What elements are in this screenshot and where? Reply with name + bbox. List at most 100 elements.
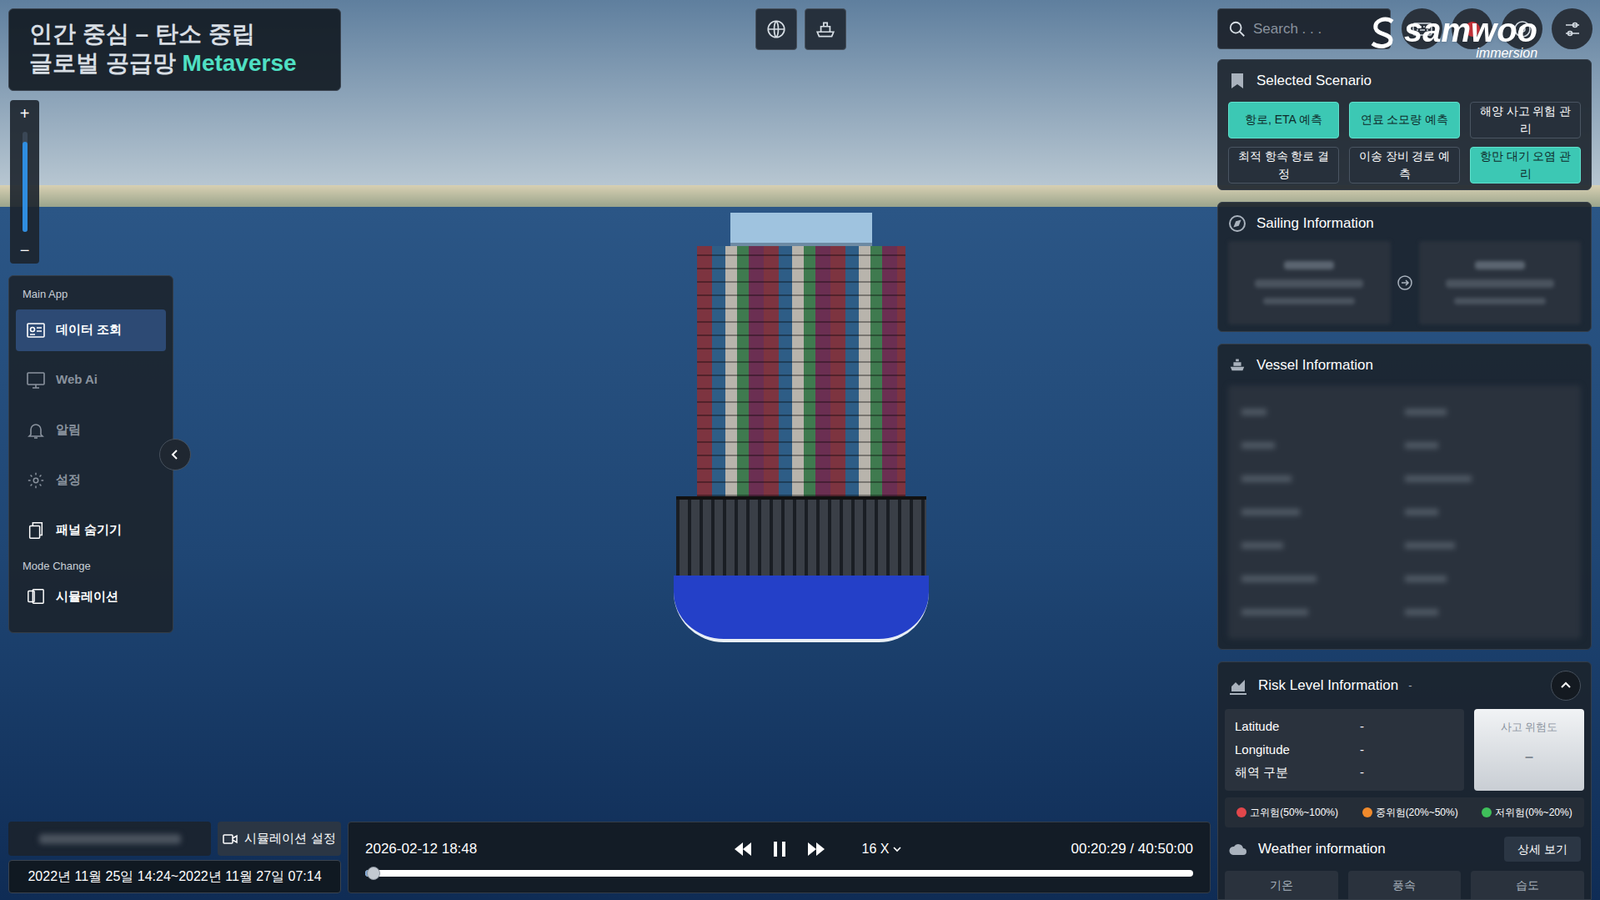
title-line: 글로벌 공급망 Metaverse bbox=[29, 48, 321, 78]
zoom-fill bbox=[22, 141, 28, 232]
menu-heading: Main App bbox=[9, 285, 173, 303]
logo-swirl-icon bbox=[1367, 13, 1401, 51]
legend-dot bbox=[1481, 807, 1492, 818]
menu-item[interactable]: 설정 bbox=[15, 459, 166, 502]
ship-view-button[interactable] bbox=[804, 8, 847, 51]
speed-select[interactable]: 16 X bbox=[862, 838, 903, 859]
vessel-panel: Vessel Information bbox=[1217, 343, 1592, 650]
search-input[interactable] bbox=[1253, 18, 1380, 41]
play-pause-button[interactable] bbox=[768, 837, 791, 860]
title-highlight: Metaverse bbox=[182, 50, 297, 76]
rewind-button[interactable] bbox=[732, 837, 754, 860]
collapse-menu-button[interactable] bbox=[159, 438, 191, 471]
globe-button[interactable] bbox=[755, 8, 798, 51]
weather-detail-button[interactable]: 상세 보기 bbox=[1504, 836, 1581, 862]
menu-label: 알림 bbox=[55, 420, 81, 440]
legend-item: 저위험(0%~20%) bbox=[1481, 804, 1572, 820]
risk-status: - bbox=[1408, 677, 1412, 694]
menu-label: 시뮬레이션 bbox=[55, 586, 119, 607]
search-box bbox=[1217, 8, 1391, 50]
progress-track[interactable] bbox=[365, 869, 1194, 877]
bell-icon bbox=[25, 421, 46, 440]
container-lines bbox=[697, 245, 906, 497]
zoom-control: + − bbox=[10, 100, 40, 264]
chevron-up-icon bbox=[1559, 679, 1572, 692]
panel-title: Selected Scenario bbox=[1256, 70, 1372, 92]
zoom-out-button[interactable]: − bbox=[12, 240, 38, 261]
weather-tab[interactable]: 기온 bbox=[1224, 870, 1339, 899]
sailing-card bbox=[1228, 240, 1391, 325]
title-line: 인간 중심 – 탄소 중립 bbox=[29, 19, 321, 49]
pages-icon bbox=[25, 521, 46, 540]
panel-title: Vessel Information bbox=[1256, 354, 1374, 377]
scenario-button[interactable]: 최적 항속 항로 결정 bbox=[1228, 146, 1340, 184]
logo-name: samwoo bbox=[1404, 13, 1538, 47]
risk-gauge: 사고 위험도 – bbox=[1474, 708, 1585, 791]
title-box: 인간 중심 – 탄소 중립 글로벌 공급망 Metaverse bbox=[8, 8, 342, 91]
scenario-panel: Selected Scenario 항로, ETA 예측 연료 소모량 예측 해… bbox=[1217, 59, 1592, 191]
progress-knob[interactable] bbox=[366, 866, 381, 880]
scenario-button[interactable]: 해양 사고 위험 관리 bbox=[1469, 101, 1581, 139]
collapse-risk-button[interactable] bbox=[1550, 670, 1581, 701]
search-icon bbox=[1228, 20, 1247, 39]
legend-item: 중위험(20%~50%) bbox=[1362, 804, 1459, 820]
panel-title: Weather information bbox=[1258, 837, 1386, 860]
logo: samwoo immersion bbox=[1367, 13, 1538, 61]
gauge-label: 사고 위험도 bbox=[1500, 718, 1559, 736]
settings-button[interactable] bbox=[1551, 8, 1593, 50]
legend-dot bbox=[1362, 807, 1373, 818]
main-menu: Main App 데이터 조회 Web Ai 알림 설정 패널 숨기기 Mode… bbox=[8, 275, 174, 633]
logo-tagline: immersion bbox=[1475, 46, 1538, 61]
ship-icon bbox=[1228, 355, 1247, 374]
menu-label: 패널 숨기기 bbox=[55, 520, 122, 540]
date-range: 2022년 11월 25일 14:24~2022년 11월 27일 07:14 bbox=[8, 859, 342, 893]
risk-location: Latitude- Longitude- 해역 구분- bbox=[1224, 708, 1465, 791]
pause-icon bbox=[772, 840, 787, 858]
forward-button[interactable] bbox=[805, 837, 828, 860]
elapsed-time: 00:20:29 / 40:50:00 bbox=[1070, 837, 1194, 860]
menu-heading: Mode Change bbox=[9, 557, 173, 575]
ship-bridge bbox=[730, 212, 873, 246]
ship-hull bbox=[673, 575, 929, 643]
scenario-button[interactable]: 연료 소모량 예측 bbox=[1349, 101, 1460, 139]
weather-tab[interactable]: 습도 bbox=[1470, 870, 1585, 899]
zoom-in-button[interactable]: + bbox=[12, 103, 38, 124]
simulation-icon bbox=[25, 586, 46, 606]
menu-item[interactable]: 시뮬레이션 bbox=[15, 576, 166, 616]
ship-icon bbox=[814, 18, 837, 41]
scenario-button[interactable]: 항로, ETA 예측 bbox=[1228, 101, 1340, 139]
sailing-card bbox=[1419, 240, 1582, 325]
sailing-panel: Sailing Information bbox=[1217, 201, 1592, 332]
weather-icon bbox=[1228, 839, 1249, 858]
current-time: 2026-02-12 18:48 bbox=[365, 837, 733, 860]
data-card-icon bbox=[25, 321, 46, 340]
gear-icon bbox=[25, 471, 46, 490]
chevron-left-icon bbox=[169, 448, 181, 461]
panel-title: Sailing Information bbox=[1256, 212, 1375, 235]
legend-dot bbox=[1236, 807, 1247, 818]
ship-deck bbox=[676, 496, 927, 576]
menu-item[interactable]: 패널 숨기기 bbox=[15, 509, 166, 552]
risk-row: 해역 구분- bbox=[1234, 762, 1455, 783]
sim-settings-button[interactable]: 시뮬레이션 설정 bbox=[217, 821, 342, 856]
monitor-icon bbox=[25, 371, 46, 390]
risk-legend: 고위험(50%~100%) 중위험(20%~50%) 저위험(0%~20%) bbox=[1224, 797, 1585, 828]
menu-item[interactable]: 알림 bbox=[15, 409, 166, 452]
risk-weather-panel: Risk Level Information - Latitude- Longi… bbox=[1217, 661, 1592, 900]
panel-title: Risk Level Information bbox=[1258, 674, 1399, 697]
zoom-track[interactable] bbox=[22, 131, 28, 232]
chevron-down-icon bbox=[892, 843, 903, 854]
globe-icon bbox=[765, 18, 788, 41]
sliders-icon bbox=[1562, 19, 1583, 40]
arrow-right-icon bbox=[1397, 275, 1413, 291]
menu-item[interactable]: Web Ai bbox=[15, 359, 166, 402]
scenario-button[interactable]: 이송 장비 경로 예측 bbox=[1349, 146, 1460, 184]
menu-item[interactable]: 데이터 조회 bbox=[15, 309, 166, 352]
risk-row: Latitude- bbox=[1234, 717, 1455, 737]
gauge-value: – bbox=[1524, 745, 1534, 768]
camera-icon bbox=[222, 832, 238, 846]
scenario-button[interactable]: 항만 대기 오염 관리 bbox=[1469, 146, 1581, 184]
menu-label: 설정 bbox=[55, 470, 81, 490]
weather-tab[interactable]: 풍속 bbox=[1348, 870, 1462, 899]
container-stack bbox=[697, 245, 906, 497]
